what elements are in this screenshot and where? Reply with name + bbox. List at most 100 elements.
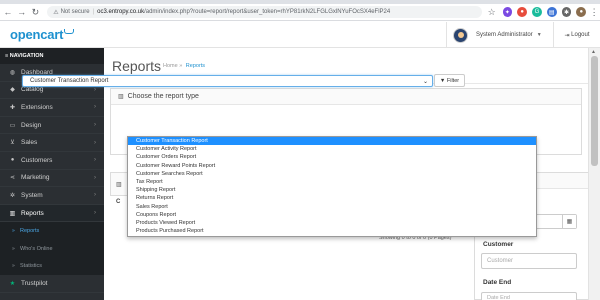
breadcrumb-home[interactable]: Home: [163, 63, 178, 69]
app-header: opencart System Administrator ▼ ⇥ Logout: [0, 22, 600, 48]
chevron-right-icon: ›: [94, 174, 96, 181]
sidebar-item-label: Design: [21, 121, 42, 129]
report-type-select[interactable]: Customer Transaction Report ⌄: [22, 75, 433, 87]
sidebar-item-label: Customers: [21, 156, 53, 164]
star-icon[interactable]: ☆: [486, 6, 498, 18]
sidebar-subitem-label: Statistics: [20, 263, 43, 270]
breadcrumb-current[interactable]: Reports: [186, 63, 205, 69]
navigation-title: ≡ NAVIGATION: [0, 48, 104, 64]
extension-icon[interactable]: ▤: [546, 7, 557, 17]
sidebar-subitem-label: Who's Online: [20, 245, 53, 252]
date-end-field[interactable]: Date End: [481, 292, 577, 300]
forward-icon[interactable]: →: [16, 6, 28, 18]
chevron-right-icon: ›: [94, 122, 96, 129]
trustpilot-star-icon: ★: [9, 280, 16, 287]
scroll-up-icon[interactable]: ▲: [591, 49, 596, 55]
username: System Administrator: [476, 32, 533, 38]
report-type-options: Customer Transaction Report Customer Act…: [127, 136, 537, 237]
sidebar-item-label: Sales: [21, 139, 38, 147]
logo-text: opencart: [10, 27, 64, 42]
option-customer-transaction[interactable]: Customer Transaction Report: [128, 137, 536, 146]
option-customer-orders[interactable]: Customer Orders Report: [128, 153, 536, 161]
option-coupons[interactable]: Coupons Report: [128, 211, 536, 219]
option-customer-activity[interactable]: Customer Activity Report: [128, 145, 536, 153]
user-menu[interactable]: System Administrator ▼: [446, 22, 542, 48]
filter-button[interactable]: ▼ Filter: [434, 74, 465, 87]
customer-field[interactable]: Customer: [481, 253, 577, 269]
kebab-menu-icon[interactable]: ⋮: [588, 6, 600, 18]
option-sales[interactable]: Sales Report: [128, 203, 536, 211]
option-shipping[interactable]: Shipping Report: [128, 186, 536, 194]
puzzle-icon: ✚: [9, 104, 16, 111]
page-scrollbar[interactable]: ▲: [588, 48, 600, 300]
url-separator: |: [92, 9, 95, 15]
sidebar-subitem-label: Reports: [20, 228, 40, 235]
profile-avatar-icon[interactable]: ●: [576, 7, 587, 17]
avatar: [453, 27, 468, 43]
sidebar-subitem-statistics[interactable]: » Statistics: [0, 257, 104, 276]
sidebar-item-label: Catalog: [21, 86, 44, 94]
sidebar-item-design[interactable]: ▭ Design ›: [0, 117, 104, 135]
breadcrumb-separator: »: [179, 63, 183, 69]
sidebar-subitem-reports[interactable]: » Reports: [0, 222, 104, 240]
option-customer-reward-points[interactable]: Customer Reward Points Report: [128, 162, 536, 170]
filter-label: Filter: [446, 77, 460, 84]
warning-icon: ⚠: [53, 9, 59, 16]
sidebar-item-customers[interactable]: ● Customers ›: [0, 152, 104, 170]
sidebar-item-label: Trustpilot: [21, 279, 48, 287]
filter-icon: ▼: [439, 77, 446, 84]
sidebar-item-extensions[interactable]: ✚ Extensions ›: [0, 99, 104, 117]
sidebar-item-label: Marketing: [21, 174, 50, 182]
logout-icon: ⇥: [564, 32, 570, 39]
sidebar-item-label: Reports: [21, 209, 44, 217]
dashboard-icon: ◍: [9, 69, 16, 76]
monitor-icon: ▭: [9, 122, 16, 129]
extension-icon[interactable]: ●: [517, 7, 528, 17]
chevron-right-icon: ›: [94, 192, 96, 199]
reload-icon[interactable]: ↻: [29, 6, 41, 18]
gear-icon: ✲: [9, 192, 16, 199]
sidebar-item-label: System: [21, 191, 43, 199]
chevron-right-icon: ›: [94, 86, 96, 93]
caret-down-icon: ▼: [536, 32, 542, 38]
user-icon: ●: [10, 157, 15, 164]
sidebar-item-system[interactable]: ✲ System ›: [0, 187, 104, 205]
option-products-purchased[interactable]: Products Purchased Report: [128, 227, 536, 235]
extension-icon[interactable]: G: [532, 7, 542, 17]
bullet-icon: »: [12, 263, 15, 270]
option-customer-searches[interactable]: Customer Searches Report: [128, 170, 536, 178]
panel-title: Choose the report type: [127, 93, 199, 100]
chevron-right-icon: ›: [94, 104, 96, 111]
select-value: Customer Transaction Report: [30, 78, 109, 84]
chevron-right-icon: ›: [94, 157, 96, 164]
address-bar[interactable]: ⚠ Not secure | oc3.entropy.co.uk /admin/…: [47, 6, 482, 18]
sidebar-item-label: Extensions: [21, 103, 53, 111]
cart-logo-icon: [64, 29, 75, 34]
sidebar-item-sales[interactable]: ⊻ Sales ›: [0, 134, 104, 152]
url-host: oc3.entropy.co.uk: [97, 9, 145, 15]
calendar-icon[interactable]: ▦: [562, 215, 576, 228]
scrollbar-thumb[interactable]: [591, 56, 598, 166]
back-icon[interactable]: ←: [2, 6, 14, 18]
extension-icon[interactable]: ✦: [502, 7, 513, 17]
puzzle-extensions-icon[interactable]: ✱: [561, 7, 572, 17]
bar-chart-icon: ▥: [118, 94, 124, 100]
breadcrumb: Home » Reports: [163, 63, 205, 69]
logout-label: Logout: [571, 32, 590, 38]
panel-heading: ▥ Choose the report type: [111, 89, 581, 105]
sidebar-item-reports[interactable]: ▥ Reports ›: [0, 204, 104, 223]
not-secure-label: Not secure: [60, 9, 90, 15]
opencart-logo[interactable]: opencart: [10, 27, 75, 42]
logout-button[interactable]: ⇥ Logout: [553, 22, 600, 48]
sidebar-item-trustpilot[interactable]: ★ Trustpilot: [0, 275, 104, 293]
option-products-viewed[interactable]: Products Viewed Report: [128, 219, 536, 227]
bar-chart-icon: ▥: [9, 210, 16, 217]
bullet-icon: »: [12, 228, 15, 235]
bullet-icon: »: [12, 245, 15, 252]
option-tax[interactable]: Tax Report: [128, 178, 536, 186]
sidebar-item-marketing[interactable]: ⋖ Marketing ›: [0, 170, 104, 188]
option-returns[interactable]: Returns Report: [128, 194, 536, 202]
customer-label: Customer: [483, 241, 514, 248]
chevron-right-icon: ›: [94, 139, 96, 146]
sidebar-subitem-whos-online[interactable]: » Who's Online: [0, 239, 104, 258]
